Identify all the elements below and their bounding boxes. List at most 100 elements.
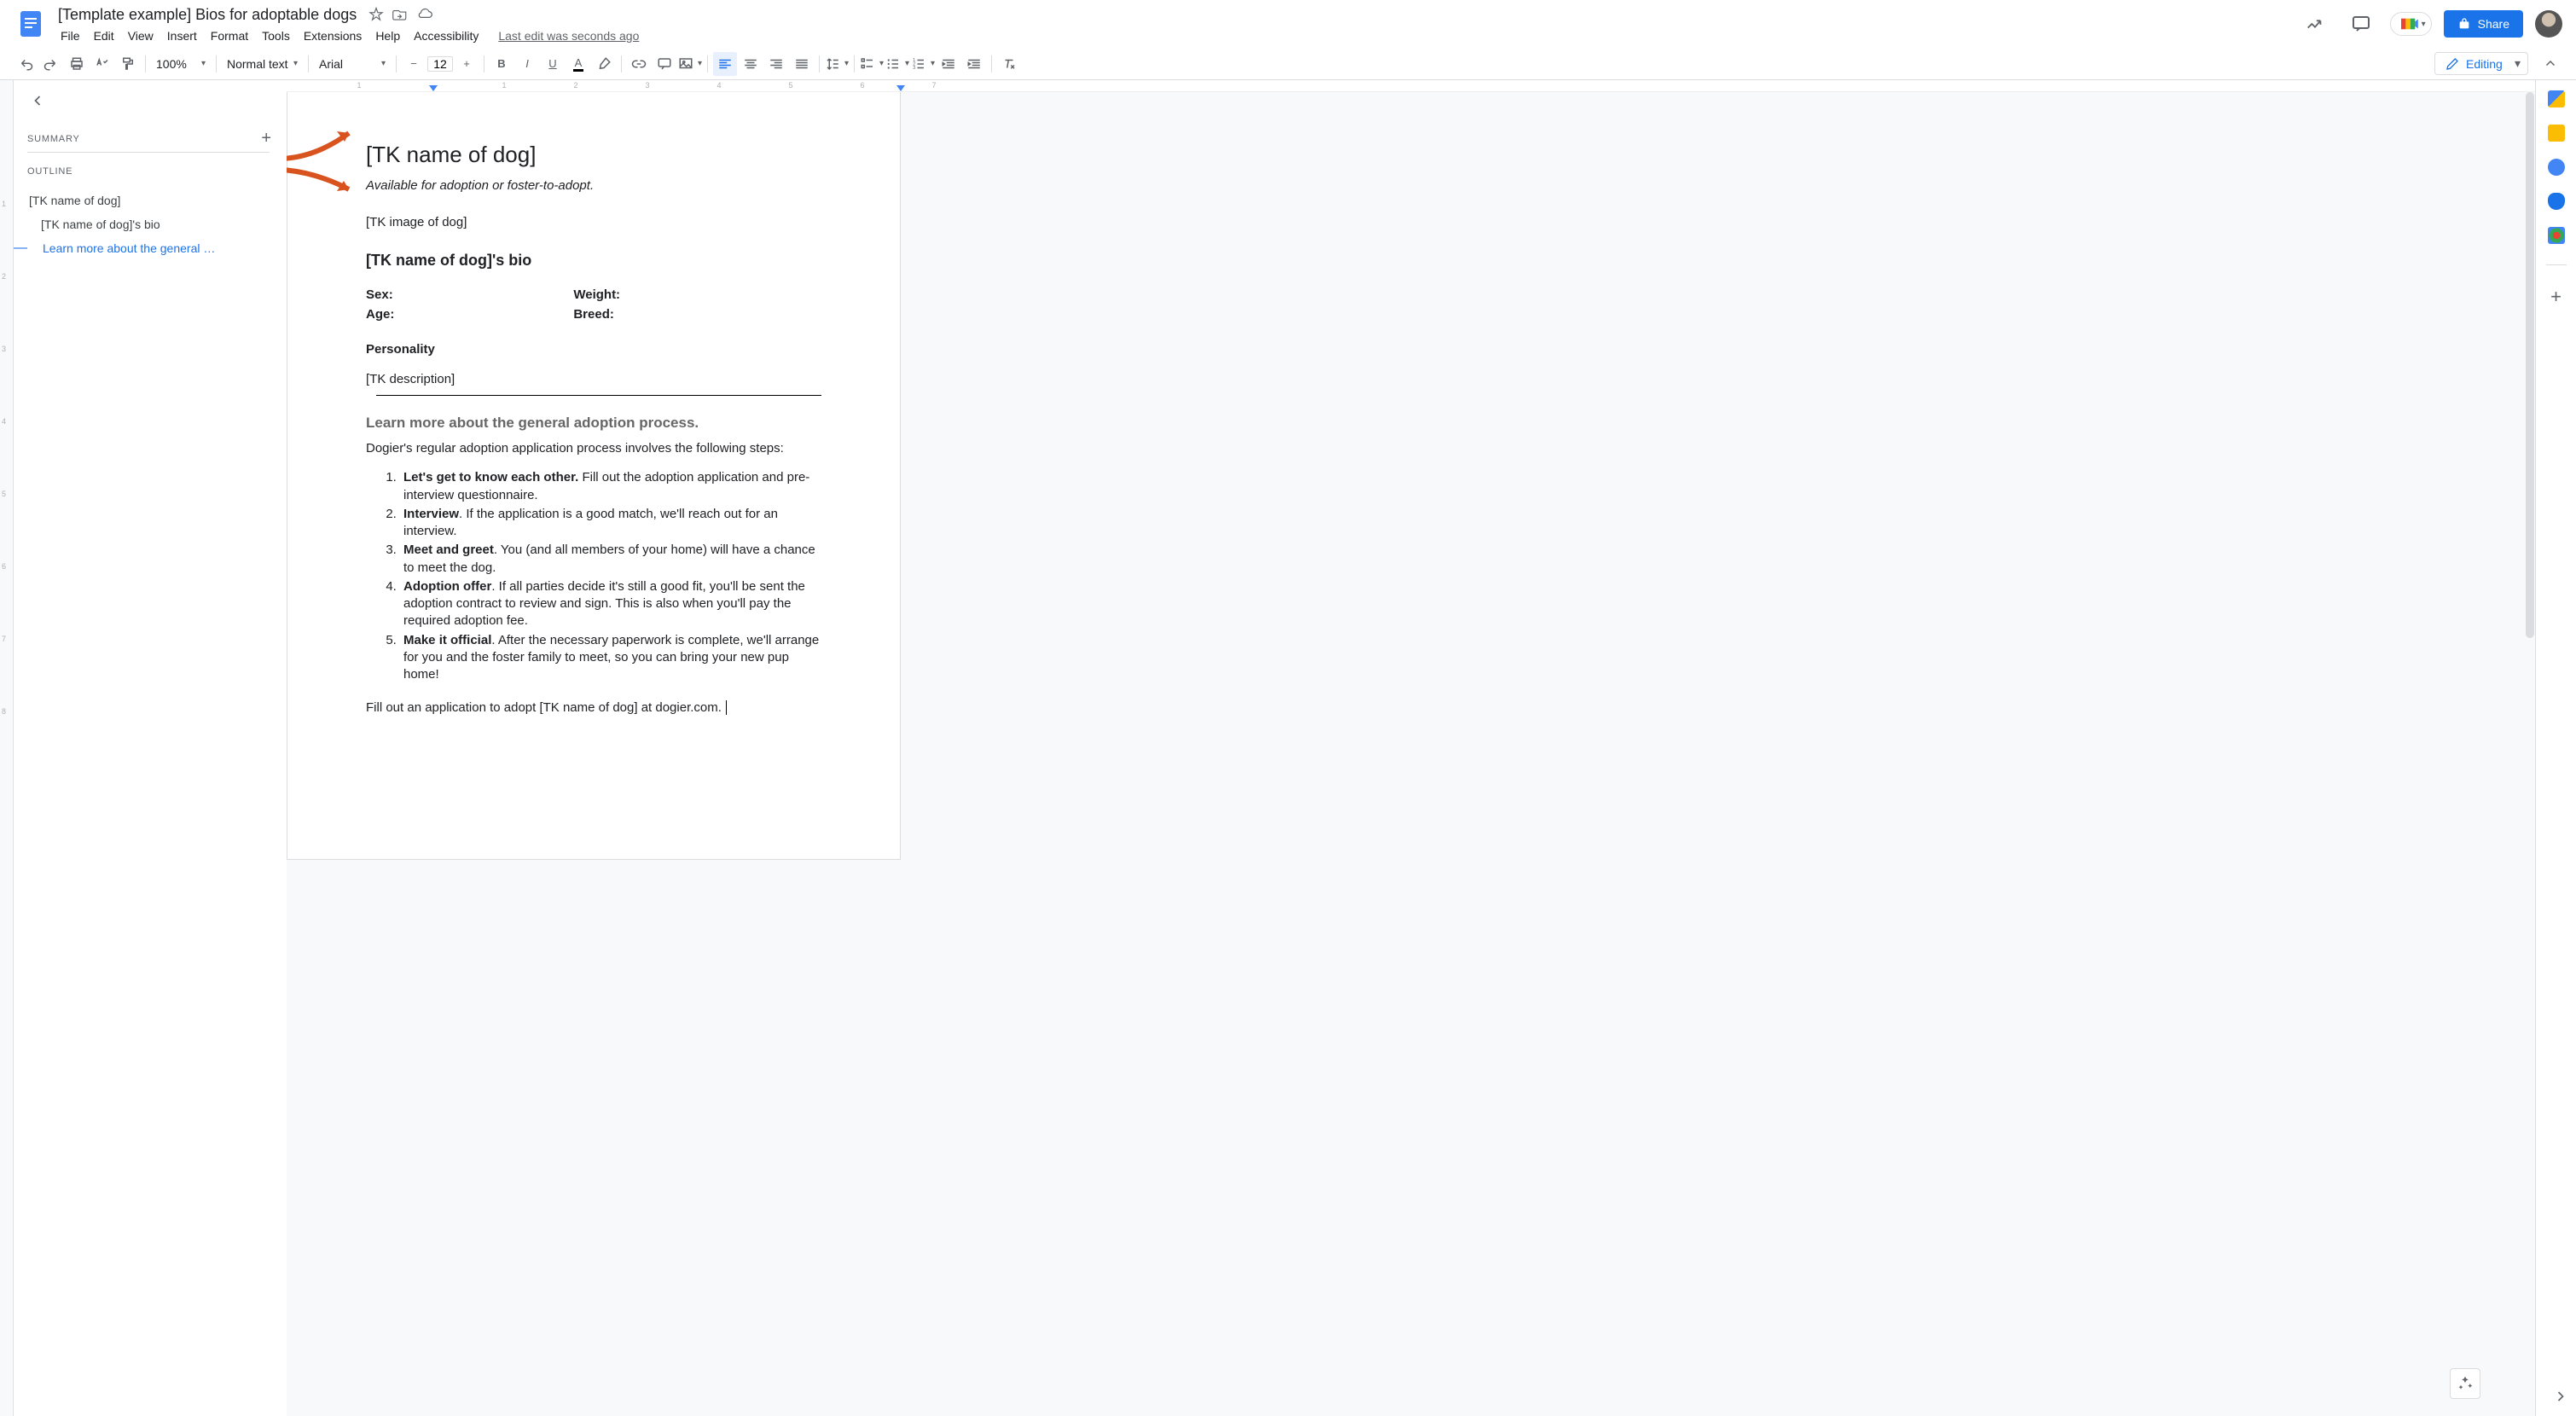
main-area: 1 2 3 4 5 6 7 8 SUMMARY + OUTLINE [TK na… [0,80,2576,1416]
share-button[interactable]: Share [2444,10,2523,38]
doc-personality-heading[interactable]: Personality [366,340,821,358]
add-addon-button[interactable]: + [2550,286,2561,308]
italic-button[interactable]: I [515,52,539,76]
last-edit-link[interactable]: Last edit was seconds ago [495,27,642,44]
vertical-ruler[interactable]: 1 2 3 4 5 6 7 8 [0,80,14,1416]
font-size-input[interactable]: 12 [427,56,453,72]
maps-icon[interactable] [2548,227,2565,244]
print-button[interactable] [65,52,89,76]
indent-marker-right[interactable] [896,85,905,91]
outline-panel: SUMMARY + OUTLINE [TK name of dog] [TK n… [14,80,287,1416]
comments-icon[interactable] [2344,7,2378,41]
undo-button[interactable] [14,52,38,76]
clear-format-button[interactable] [997,52,1021,76]
horizontal-ruler[interactable]: 1 1 2 3 4 5 6 7 [287,80,2535,92]
editing-mode-button[interactable]: Editing ▾ [2434,52,2528,75]
scrollbar[interactable] [2525,92,2535,1416]
star-icon[interactable] [368,7,384,22]
explore-button[interactable] [2450,1368,2480,1399]
paint-format-button[interactable] [116,52,140,76]
doc-steps-list[interactable]: Let's get to know each other. Fill out t… [366,469,821,683]
indent-button[interactable] [962,52,986,76]
outline-item[interactable]: Learn more about the general … [29,236,215,260]
trends-icon[interactable] [2298,7,2332,41]
list-item[interactable]: Adoption offer. If all parties decide it… [400,578,821,630]
redo-button[interactable] [39,52,63,76]
collapse-toolbar-button[interactable] [2538,52,2562,76]
doc-title[interactable]: [Template example] Bios for adoptable do… [55,4,360,26]
cloud-icon[interactable] [416,6,433,23]
doc-learn-more-heading[interactable]: Learn more about the general adoption pr… [366,413,821,433]
document-page[interactable]: [TK name of dog] Available for adoption … [287,92,901,860]
attr-breed[interactable]: Breed: [573,305,620,323]
keep-icon[interactable] [2548,125,2565,142]
zoom-select[interactable]: 100% [151,52,211,76]
align-left-button[interactable] [713,52,737,76]
list-item[interactable]: Make it official. After the necessary pa… [400,632,821,684]
outline-item[interactable]: [TK name of dog]'s bio [27,212,287,236]
attr-weight[interactable]: Weight: [573,286,620,304]
text-color-button[interactable]: A [566,52,590,76]
font-size-increase[interactable]: + [455,52,479,76]
contacts-icon[interactable] [2548,193,2565,210]
comment-button[interactable] [653,52,676,76]
menu-format[interactable]: Format [205,27,254,44]
pencil-icon [2445,57,2459,71]
menu-bar: File Edit View Insert Format Tools Exten… [55,27,2298,44]
vruler-tick: 3 [2,345,6,353]
highlight-button[interactable] [592,52,616,76]
bold-button[interactable]: B [490,52,513,76]
number-list-button[interactable]: 123 [911,52,935,76]
menu-accessibility[interactable]: Accessibility [408,27,484,44]
outline-back-button[interactable] [29,92,287,113]
align-right-button[interactable] [764,52,788,76]
outline-label: OUTLINE [27,166,287,177]
doc-heading-2[interactable]: [TK name of dog]'s bio [366,250,821,271]
align-justify-button[interactable] [790,52,814,76]
calendar-icon[interactable] [2548,90,2565,107]
meet-button[interactable]: ▾ [2390,12,2432,36]
document-area[interactable]: 1 1 2 3 4 5 6 7 Examples of placeholder … [287,80,2535,1416]
doc-intro[interactable]: Dogier's regular adoption application pr… [366,439,821,457]
doc-attrs[interactable]: Sex: Age: Weight: Breed: [366,286,821,325]
font-size-decrease[interactable]: − [402,52,426,76]
menu-insert[interactable]: Insert [161,27,203,44]
docs-logo[interactable] [14,7,48,41]
list-item[interactable]: Meet and greet. You (and all members of … [400,542,821,577]
menu-extensions[interactable]: Extensions [298,27,368,44]
list-item[interactable]: Interview. If the application is a good … [400,506,821,541]
bullet-list-button[interactable] [885,52,909,76]
outline-item[interactable]: [TK name of dog] [27,189,287,212]
align-center-button[interactable] [739,52,763,76]
hide-side-panel-button[interactable] [2552,1388,2569,1409]
doc-footer-line[interactable]: Fill out an application to adopt [TK nam… [366,699,821,717]
list-item[interactable]: Let's get to know each other. Fill out t… [400,469,821,504]
font-select[interactable]: Arial [314,52,391,76]
spellcheck-button[interactable] [90,52,114,76]
move-icon[interactable] [392,7,408,22]
checklist-button[interactable] [860,52,884,76]
line-spacing-button[interactable] [825,52,849,76]
menu-view[interactable]: View [122,27,160,44]
menu-edit[interactable]: Edit [88,27,120,44]
indent-marker-left[interactable] [429,85,438,91]
menu-tools[interactable]: Tools [256,27,296,44]
doc-subtitle[interactable]: Available for adoption or foster-to-adop… [366,177,821,194]
style-select[interactable]: Normal text [222,52,303,76]
doc-heading-1[interactable]: [TK name of dog] [366,139,821,170]
menu-help[interactable]: Help [369,27,406,44]
tasks-icon[interactable] [2548,159,2565,176]
attr-sex[interactable]: Sex: [366,286,394,304]
doc-tk-image[interactable]: [TK image of dog] [366,213,821,231]
user-avatar[interactable] [2535,10,2562,38]
underline-button[interactable]: U [541,52,565,76]
outdent-button[interactable] [937,52,960,76]
hruler-tick: 6 [860,81,864,90]
scrollbar-thumb[interactable] [2526,92,2534,638]
doc-tk-description[interactable]: [TK description] [366,370,821,388]
add-summary-button[interactable]: + [261,129,271,148]
menu-file[interactable]: File [55,27,86,44]
attr-age[interactable]: Age: [366,305,394,323]
image-button[interactable] [678,52,702,76]
link-button[interactable] [627,52,651,76]
